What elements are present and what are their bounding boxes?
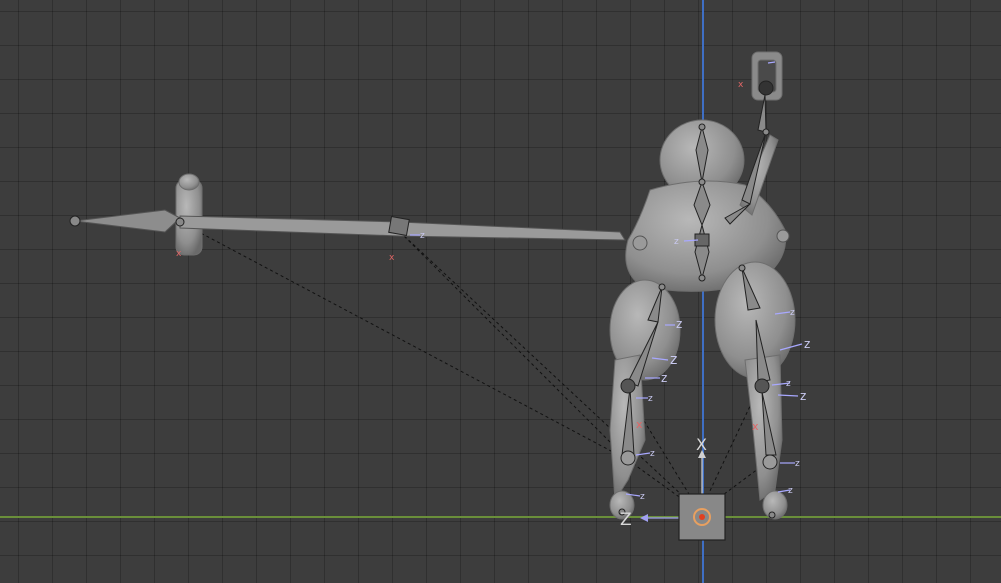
- bone-z-label: z: [795, 459, 800, 469]
- gizmo-z-arrow: [640, 514, 648, 522]
- scene-svg[interactable]: z z z z z z z z z z z z z z x x x x x X …: [0, 0, 1001, 583]
- origin-dot-icon: [699, 514, 705, 520]
- bone-z-label: z: [648, 394, 653, 404]
- gizmo-z-label: Z: [620, 510, 632, 530]
- bone-z-label: z: [804, 337, 810, 351]
- bone-z-label: z: [788, 486, 793, 496]
- bone-x-label: x: [636, 418, 643, 431]
- bone-z-label: z: [420, 231, 425, 241]
- bone-x-label: x: [389, 253, 395, 263]
- bone-z-label: z: [670, 352, 677, 368]
- bone-z-label: z: [786, 379, 791, 389]
- gizmo-x-label: X: [696, 435, 707, 454]
- bone-z-label: z: [650, 449, 655, 459]
- bone-x-label: x: [176, 249, 182, 259]
- bone-z-label: z: [676, 317, 682, 331]
- bone-x-label: x: [752, 420, 759, 433]
- bone-z-label: z: [790, 308, 795, 318]
- bone-z-label: z: [674, 237, 679, 247]
- bone-z-label: z: [661, 371, 667, 385]
- 3d-viewport[interactable]: z z z z z z z z z z z z z z x x x x x X …: [0, 0, 1001, 583]
- bone-z-label: z: [640, 492, 645, 502]
- bone-z-label: z: [800, 389, 806, 403]
- bone-x-label: x: [738, 80, 744, 90]
